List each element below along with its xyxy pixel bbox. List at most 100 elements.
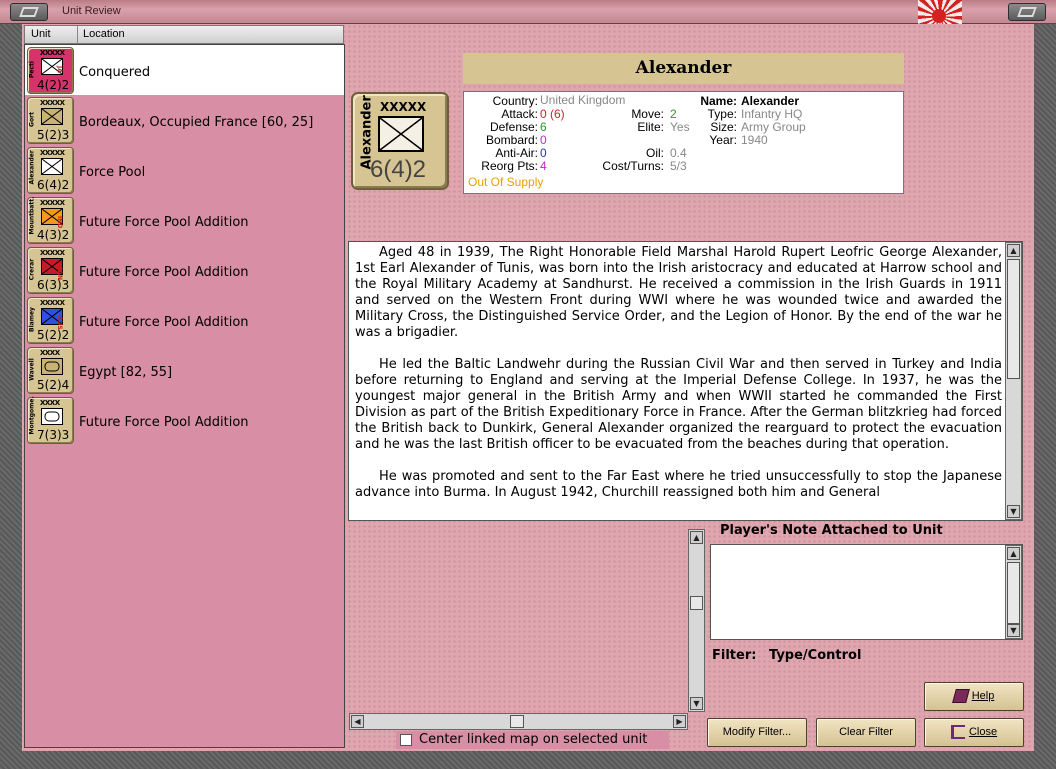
- clear-filter-label: Clear Filter: [839, 726, 893, 738]
- counter-strength: 6(4)2: [370, 156, 427, 183]
- counter-strength: 5(2)3: [37, 128, 70, 142]
- unit-counter: XXXXX Blamey AUS 5(2)2: [27, 297, 74, 344]
- scroll-down-arrow-icon[interactable]: ▼: [1007, 505, 1020, 518]
- scroll-up-arrow-icon[interactable]: ▲: [690, 531, 703, 544]
- center-map-checkbox[interactable]: [400, 734, 412, 746]
- year-label: Year:: [709, 133, 737, 147]
- unit-counter: XXXX Montgome. 7(3)3: [27, 396, 74, 444]
- unit-size-marker: XXXXX: [40, 299, 65, 307]
- unit-list-row[interactable]: XXXXX Blamey AUS 5(2)2 Future Force Pool Add…: [25, 295, 344, 345]
- note-scroll-thumb[interactable]: [1007, 562, 1020, 624]
- counter-nation-tag: IND: [56, 216, 63, 229]
- counter-commander-name: Blamey: [28, 307, 36, 332]
- counter-commander-name: Wavell: [28, 358, 36, 381]
- center-map-checkbox-label[interactable]: Center linked map on selected unit: [419, 732, 647, 747]
- list-header: Unit Location: [24, 25, 344, 44]
- unit-title: Alexander: [463, 53, 904, 84]
- close-button-label: Close: [968, 726, 998, 738]
- counter-commander-name: Mountbatt.: [28, 196, 36, 235]
- minimize-button[interactable]: [1008, 3, 1046, 21]
- unit-counter: XXXXX Gort 5(2)3: [27, 97, 74, 144]
- unit-location: Conquered: [79, 65, 151, 80]
- unit-list-row[interactable]: XXXX Montgome. 7(3)3 Future Force Pool Addi…: [25, 395, 344, 445]
- unit-location: Egypt [82, 55]: [79, 365, 173, 380]
- bio-scroll-thumb[interactable]: [1007, 259, 1020, 379]
- close-button[interactable]: Close: [924, 718, 1024, 747]
- unit-location: Bordeaux, Occupied France [60, 25]: [79, 115, 314, 130]
- unit-location: Future Force Pool Addition: [79, 415, 249, 430]
- counter-commander-name: Montgome.: [28, 396, 36, 435]
- col-location-header[interactable]: Location: [83, 28, 125, 40]
- unit-biography[interactable]: Aged 48 in 1939, The Right Honorable Fie…: [348, 241, 1023, 521]
- horizontal-scroll-thumb[interactable]: [510, 715, 524, 728]
- unit-list-row[interactable]: XXXXX Pecti JA 4(2)2 Conquered: [25, 45, 344, 95]
- column-divider[interactable]: [77, 26, 78, 44]
- scroll-up-arrow-icon[interactable]: ▲: [1007, 547, 1020, 560]
- vertical-scroll-thumb[interactable]: [690, 596, 703, 610]
- unit-type-symbol-icon: [41, 358, 63, 375]
- help-button[interactable]: Help: [924, 682, 1024, 711]
- counter-strength: 4(3)2: [37, 228, 70, 242]
- clear-filter-button[interactable]: Clear Filter: [816, 718, 916, 747]
- window-title: Unit Review: [62, 5, 121, 17]
- unit-location: Force Pool: [79, 165, 146, 180]
- unit-list[interactable]: XXXXX Pecti JA 4(2)2 Conquered XXXXX Gort 5(2)3…: [24, 44, 345, 748]
- supply-status: Out Of Supply: [468, 175, 544, 189]
- unit-size-marker: XXXXX: [40, 49, 65, 57]
- modify-filter-button[interactable]: Modify Filter...: [707, 718, 807, 747]
- col-unit-header[interactable]: Unit: [31, 28, 51, 40]
- unit-size-marker: XXXXX: [380, 100, 427, 114]
- bio-scrollbar[interactable]: ▲ ▼: [1005, 242, 1022, 520]
- counter-strength: 4(2)2: [37, 78, 70, 92]
- rising-sun-flag-icon: [918, 0, 962, 24]
- vertical-scrollbar[interactable]: ▲ ▼: [688, 529, 705, 712]
- unit-counter: XXXXX Pecti JA 4(2)2: [27, 47, 74, 94]
- elite-value: Yes: [670, 120, 690, 134]
- counter-commander-name: Gort: [28, 112, 36, 127]
- exit-door-icon: [950, 725, 965, 740]
- unit-size-marker: XXXXX: [40, 249, 65, 257]
- counter-strength: 5(2)2: [37, 328, 70, 342]
- title-bar: Unit Review: [0, 0, 1056, 24]
- scroll-right-arrow-icon[interactable]: ▶: [673, 715, 686, 728]
- unit-location: Future Force Pool Addition: [79, 215, 249, 230]
- filter-label: Filter:: [712, 648, 757, 663]
- unit-list-row[interactable]: XXXX Wavell 5(2)4 Egypt [82, 55]: [25, 345, 344, 395]
- note-scrollbar[interactable]: ▲ ▼: [1005, 545, 1022, 639]
- counter-commander-name: Pecti: [28, 61, 36, 78]
- counter-strength: 6(4)2: [37, 178, 70, 192]
- help-book-icon: [951, 689, 970, 704]
- window-menu-button[interactable]: [10, 3, 48, 21]
- counter-nation-tag: JA: [56, 66, 63, 73]
- reorg-label: Reorg Pts:: [481, 159, 538, 173]
- unit-list-row[interactable]: XXXXX Gort 5(2)3 Bordeaux, Occupied France …: [25, 95, 344, 145]
- scroll-up-arrow-icon[interactable]: ▲: [1007, 244, 1020, 257]
- cost-label: Cost/Turns:: [602, 159, 664, 173]
- unit-type-symbol-icon: [41, 408, 63, 425]
- unit-size-marker: XXXX: [40, 399, 60, 407]
- unit-size-marker: XXXX: [40, 349, 60, 357]
- counter-commander-name: Alexander: [28, 150, 36, 185]
- unit-list-row[interactable]: XXXXX Crerar CAN 6(3)3 Future Force Pool Add…: [25, 245, 344, 295]
- unit-size-marker: XXXXX: [40, 199, 65, 207]
- counter-strength: 6(3)3: [37, 278, 70, 292]
- elite-label: Elite:: [637, 120, 664, 134]
- counter-strength: 5(2)4: [37, 378, 70, 392]
- unit-counter: XXXX Wavell 5(2)4: [27, 347, 74, 394]
- unit-list-row[interactable]: XXXXX Mountbatt. IND 4(3)2 Future Force Pool…: [25, 195, 344, 245]
- modify-filter-label: Modify Filter...: [722, 726, 792, 738]
- horizontal-scrollbar[interactable]: ◀ ▶: [349, 713, 688, 730]
- player-note-field[interactable]: ▲ ▼: [710, 544, 1023, 640]
- bio-paragraph: He led the Baltic Landwehr during the Ru…: [355, 357, 1002, 452]
- country-value: United Kingdom: [540, 93, 626, 107]
- bio-paragraph: Aged 48 in 1939, The Right Honorable Fie…: [355, 245, 1002, 340]
- unit-location: Future Force Pool Addition: [79, 315, 249, 330]
- unit-counter-large: XXXXX Alexander 6(4)2: [351, 92, 449, 190]
- scroll-left-arrow-icon[interactable]: ◀: [351, 715, 364, 728]
- reorg-value: 4: [540, 159, 547, 173]
- scroll-down-arrow-icon[interactable]: ▼: [690, 697, 703, 710]
- unit-counter: XXXXX Mountbatt. IND 4(3)2: [27, 197, 74, 244]
- unit-list-row[interactable]: XXXXX Alexander 6(4)2 Force Pool: [25, 145, 344, 195]
- scroll-down-arrow-icon[interactable]: ▼: [1007, 624, 1020, 637]
- unit-counter: XXXXX Crerar CAN 6(3)3: [27, 247, 74, 294]
